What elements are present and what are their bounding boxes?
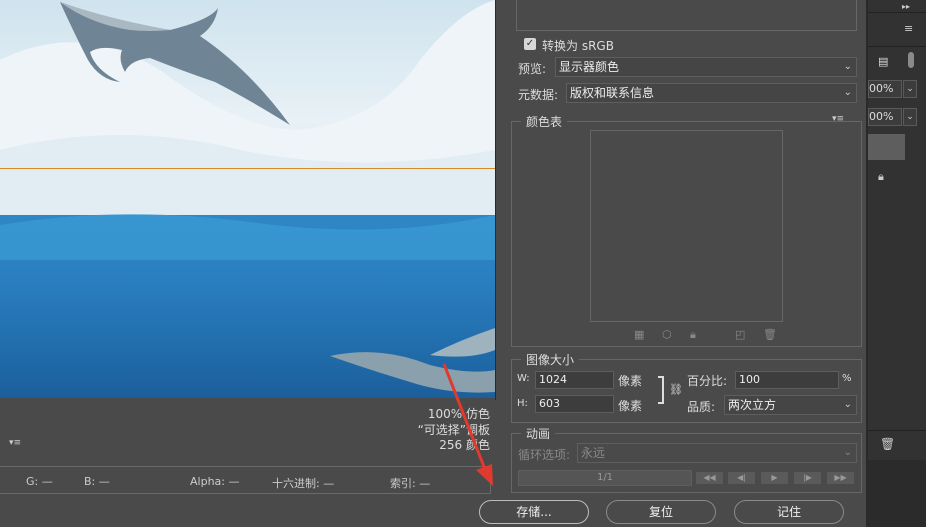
loop-select-value: 永远 <box>581 446 606 460</box>
animation-title: 动画 <box>521 425 556 442</box>
preview-label: 预览: <box>518 62 547 76</box>
next-frame-button[interactable]: |▶ <box>793 471 822 485</box>
metadata-label: 元数据: <box>518 88 559 102</box>
preview-divider <box>495 0 496 400</box>
remember-button[interactable]: 记住 <box>734 500 844 524</box>
app-layers-panel: ▸▸ ≡ ▤ 00% ⌄ 00% ⌄ 🔒︎ 🗑︎ <box>868 0 926 527</box>
last-frame-button[interactable]: ▶▶ <box>826 471 855 485</box>
transparency-map-icon[interactable]: ▦ <box>634 328 644 341</box>
web-shift-icon[interactable]: ⬡ <box>662 328 672 341</box>
g-readout: G: — <box>26 475 53 488</box>
percent-unit: % <box>842 373 852 384</box>
preview-select-value: 显示器颜色 <box>559 60 620 74</box>
quality-label: 品质: <box>687 400 716 414</box>
image-size-title: 图像大小 <box>521 351 580 368</box>
new-color-icon[interactable]: ◰ <box>735 328 745 341</box>
layer-row-selected[interactable] <box>868 134 905 160</box>
first-frame-button[interactable]: ◀◀ <box>695 471 724 485</box>
reset-button[interactable]: 复位 <box>606 500 716 524</box>
convert-srgb-checkbox[interactable]: ✓ <box>524 38 536 50</box>
dolphin-image <box>0 0 495 398</box>
color-readout-bar: G: — B: — Alpha: — 十六进制: — 索引: — <box>0 466 491 494</box>
annotation-arrow <box>442 363 493 486</box>
opacity-dropdown[interactable]: ⌄ <box>903 80 917 98</box>
trash-icon[interactable]: 🗑︎ <box>880 437 895 451</box>
width-input[interactable]: 1024 <box>535 371 614 389</box>
panel-divider <box>868 46 926 47</box>
metadata-select[interactable]: 版权和联系信息 ⌄ <box>566 83 857 103</box>
frame-counter: 1/1 <box>518 470 692 486</box>
save-button[interactable]: 存储... <box>479 500 589 524</box>
panel-collapse-icon[interactable]: ▸▸ <box>902 2 910 11</box>
color-table-swatches[interactable] <box>590 130 783 322</box>
fill-field[interactable]: 00% <box>868 108 902 126</box>
chevron-down-icon: ⌄ <box>843 399 852 410</box>
preview-menu-icon[interactable]: ▾≡ <box>9 438 21 448</box>
convert-srgb-label: 转换为 sRGB <box>542 39 614 53</box>
alpha-readout: Alpha: — <box>190 475 240 488</box>
constrain-bracket <box>658 376 664 404</box>
image-preview[interactable] <box>0 0 495 398</box>
prev-frame-button[interactable]: ◀| <box>727 471 756 485</box>
b-readout: B: — <box>84 475 110 488</box>
quality-select[interactable]: 两次立方 ⌄ <box>724 395 857 415</box>
opacity-field[interactable]: 00% <box>868 80 902 98</box>
lock-color-icon[interactable]: 🔒︎ <box>690 328 696 342</box>
toggle-switch[interactable] <box>908 52 914 68</box>
quality-select-value: 两次立方 <box>728 398 777 412</box>
percent-input[interactable]: 100 <box>735 371 839 389</box>
panel-divider <box>868 430 926 431</box>
lock-icon: 🔒︎ <box>878 170 884 183</box>
height-input[interactable]: 603 <box>535 395 614 413</box>
delete-color-icon[interactable]: 🗑︎ <box>763 328 777 341</box>
width-unit: 像素 <box>618 374 643 388</box>
height-label: H: <box>517 398 528 409</box>
color-table-title: 颜色表 <box>521 113 568 130</box>
app-bottom-area <box>868 460 926 527</box>
link-icon[interactable]: ⛓ <box>669 383 683 396</box>
chevron-down-icon: ⌄ <box>843 61 852 72</box>
chevron-down-icon: ⌄ <box>843 447 852 458</box>
width-label: W: <box>517 373 530 384</box>
height-unit: 像素 <box>618 399 643 413</box>
metadata-select-value: 版权和联系信息 <box>570 86 655 100</box>
fill-dropdown[interactable]: ⌄ <box>903 108 917 126</box>
index-readout: 索引: — <box>390 477 431 490</box>
panel-divider <box>868 12 926 13</box>
loop-label: 循环选项: <box>518 448 571 462</box>
hex-readout: 十六进制: — <box>272 477 335 490</box>
document-icon[interactable]: ▤ <box>878 55 888 68</box>
preview-select[interactable]: 显示器颜色 ⌄ <box>555 57 857 77</box>
play-button[interactable]: ▶ <box>760 471 789 485</box>
color-table-menu-icon[interactable]: ▾≡ <box>832 114 844 124</box>
percent-label: 百分比: <box>687 374 728 388</box>
loop-select[interactable]: 永远 ⌄ <box>577 443 857 463</box>
panel-menu-icon[interactable]: ≡ <box>904 22 913 35</box>
settings-top-box <box>516 0 857 31</box>
chevron-down-icon: ⌄ <box>843 87 852 98</box>
